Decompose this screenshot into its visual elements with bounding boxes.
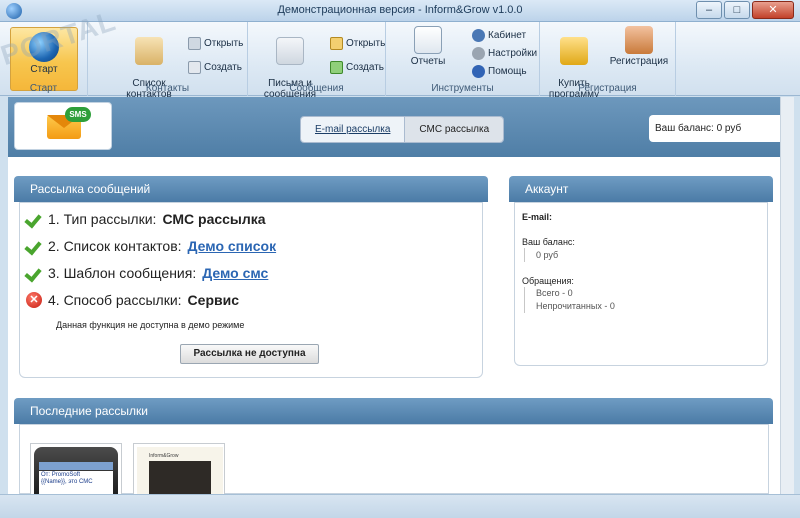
send-mailing-button[interactable]: Рассылка не доступна <box>180 344 319 364</box>
tree-line <box>524 287 525 313</box>
check-icon <box>26 265 42 281</box>
step-type-prefix: 1. Тип рассылки: <box>48 211 157 227</box>
cabinet-label: Кабинет <box>488 29 527 41</box>
help-button[interactable]: Помощь <box>472 62 527 80</box>
tab-sms-mailing[interactable]: СМС рассылка <box>404 117 504 142</box>
registration-label: Регистрация <box>609 56 669 67</box>
open-icon <box>188 36 201 50</box>
report-icon <box>414 26 442 54</box>
at-sign-icon <box>276 37 304 65</box>
requests-unread: Непрочитанных - 0 <box>536 301 615 311</box>
group-label-registration: Регистрация <box>578 83 637 94</box>
contacts-create-label: Создать <box>204 61 243 73</box>
sms-badge: SMS <box>65 107 91 122</box>
template-link[interactable]: Демо смс <box>202 265 268 281</box>
messages-create-label: Создать <box>346 61 385 73</box>
recent-mailing-thumb[interactable]: Inform&Grow <box>133 443 225 497</box>
create-icon <box>188 60 201 74</box>
recent-panel-header: Последние рассылки <box>14 398 773 424</box>
error-icon: ✕ <box>26 292 42 308</box>
messages-create-button[interactable]: Создать <box>330 58 384 76</box>
balance-value: 0 руб <box>536 250 559 260</box>
account-panel-header: Аккаунт <box>509 176 773 202</box>
contacts-open-label: Открыть <box>204 37 244 49</box>
group-label-messages: Сообщения <box>289 83 344 94</box>
check-icon <box>26 211 42 227</box>
check-icon <box>26 238 42 254</box>
step-method: ✕ 4. Способ рассылки: Сервис <box>26 289 239 311</box>
tab-email-mailing[interactable]: E-mail рассылка <box>301 117 405 142</box>
group-label-contacts: Контакты <box>145 83 190 94</box>
step-method-prefix: 4. Способ рассылки: <box>48 292 182 308</box>
ribbon-group-registration: Купить программу Регистрация Регистрация <box>540 22 676 100</box>
cabinet-button[interactable]: Кабинет <box>472 26 526 44</box>
ribbon-group-messages: Письма и сообщения Открыть Создать Сообщ… <box>248 22 386 100</box>
window-controls: – □ ✕ <box>696 1 794 19</box>
sms-logo-card: SMS <box>14 102 112 150</box>
step-method-value: Сервис <box>187 292 239 308</box>
contacts-create-button[interactable]: Создать <box>188 58 242 76</box>
registration-button[interactable]: Регистрация <box>606 26 672 67</box>
step-type: 1. Тип рассылки: СМС рассылка <box>26 208 266 230</box>
step-contacts-prefix: 2. Список контактов: <box>48 238 182 254</box>
step-template-prefix: 3. Шаблон сообщения: <box>48 265 197 281</box>
reports-button[interactable]: Отчеты <box>408 26 448 67</box>
step-contacts: 2. Список контактов: Демо список <box>26 235 276 257</box>
email-preview-title: Inform&Grow <box>149 453 179 459</box>
messages-open-button[interactable]: Открыть <box>330 34 385 52</box>
gear-icon <box>472 46 485 60</box>
mailing-type-tabs: E-mail рассылка СМС рассылка <box>300 116 505 143</box>
key-icon <box>560 37 588 65</box>
help-icon <box>472 64 485 78</box>
recent-panel <box>19 424 769 494</box>
reports-label: Отчеты <box>410 56 446 67</box>
group-label-tools: Инструменты <box>431 83 494 94</box>
phone-image: От: PromoSoft {{Name}}, это СМС <box>34 447 118 499</box>
step-type-value: СМС рассылка <box>162 211 266 227</box>
ribbon-group-tools: Отчеты Кабинет Настройки Помощь Инструме… <box>386 22 540 96</box>
messages-open-label: Открыть <box>346 37 386 49</box>
minimize-button[interactable]: – <box>696 1 722 19</box>
contacts-open-button[interactable]: Открыть <box>188 34 243 52</box>
vertical-scrollbar[interactable] <box>780 97 794 494</box>
settings-label: Настройки <box>488 47 538 59</box>
help-label: Помощь <box>488 65 527 77</box>
email-label: E-mail: <box>522 212 553 222</box>
envelope-open-icon <box>330 36 343 50</box>
users-icon <box>625 26 653 54</box>
requests-label: Обращения: <box>522 276 574 286</box>
close-button[interactable]: ✕ <box>752 1 794 19</box>
status-bar <box>0 494 800 518</box>
settings-button[interactable]: Настройки <box>472 44 537 62</box>
balance-display: Ваш баланс: 0 руб <box>649 115 780 142</box>
demo-note: Данная функция не доступна в демо режиме <box>56 320 245 330</box>
envelope-new-icon <box>330 60 343 74</box>
tree-line <box>524 248 525 262</box>
contact-list-link[interactable]: Демо список <box>188 238 277 254</box>
step-template: 3. Шаблон сообщения: Демо смс <box>26 262 268 284</box>
user-icon <box>472 28 485 42</box>
mailing-panel-header: Рассылка сообщений <box>14 176 488 202</box>
requests-total: Всего - 0 <box>536 288 573 298</box>
recent-mailing-thumb[interactable]: От: PromoSoft {{Name}}, это СМС <box>30 443 122 499</box>
email-preview-image: Inform&Grow <box>137 447 223 497</box>
maximize-button[interactable]: □ <box>724 1 750 19</box>
balance-label: Ваш баланс: <box>522 237 575 247</box>
